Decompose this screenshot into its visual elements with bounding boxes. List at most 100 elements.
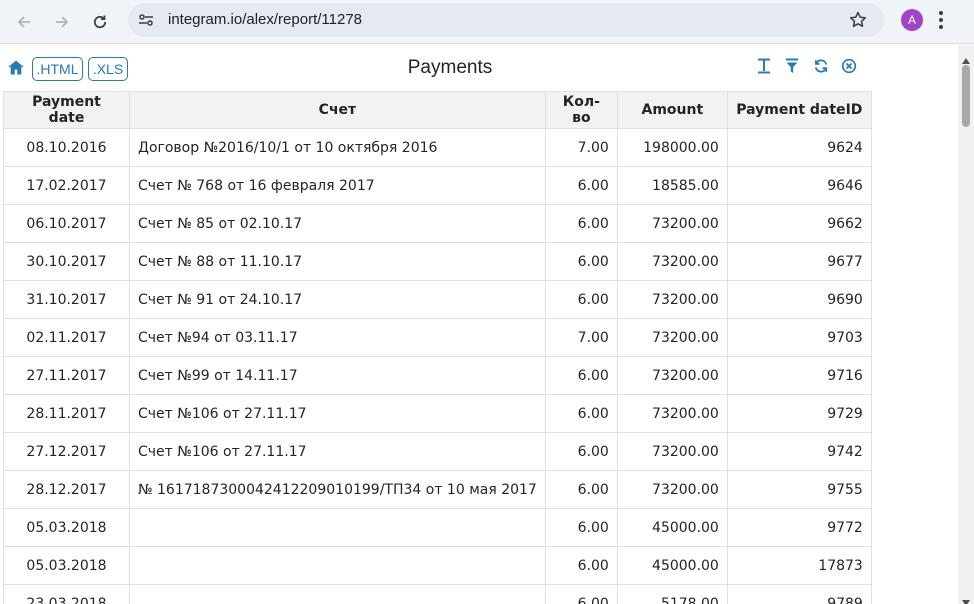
cell-payment-date: 05.03.2018	[3, 546, 130, 585]
cell-payment-date: 27.11.2017	[3, 356, 130, 395]
page-title: Payments	[407, 57, 493, 78]
cell-quantity: 6.00	[544, 508, 618, 547]
cell-account: Счет №106 от 27.11.17	[129, 432, 546, 471]
export-html-button[interactable]: .HTML	[32, 57, 83, 81]
cell-payment-date: 08.10.2016	[3, 128, 130, 167]
back-button[interactable]	[10, 8, 38, 36]
cell-payment-date-id: 9646	[726, 166, 872, 205]
table-row: 02.11.2017 Счет №94 от 03.11.17 7.00 732…	[3, 318, 872, 357]
cell-amount: 73200.00	[616, 280, 728, 319]
cell-payment-date-id: 9772	[726, 508, 872, 547]
cell-account	[129, 508, 546, 547]
cell-amount: 18585.00	[616, 166, 728, 205]
cell-account: Счет №106 от 27.11.17	[129, 394, 546, 433]
cell-account: Счет № 85 от 02.10.17	[129, 204, 546, 243]
reload-button[interactable]	[86, 8, 114, 36]
page-scrollbar[interactable]	[958, 45, 974, 604]
cell-payment-date: 02.11.2017	[3, 318, 130, 357]
forward-button[interactable]	[48, 8, 76, 36]
cell-amount: 73200.00	[616, 242, 728, 281]
profile-avatar[interactable]: A	[901, 9, 923, 31]
table-row: 17.02.2017 Счет № 768 от 16 февраля 2017…	[3, 166, 872, 205]
column-header-quantity[interactable]: Кол-во	[544, 91, 618, 129]
table-header-row: Payment date Счет Кол-во Amount Payment …	[3, 91, 872, 129]
cell-quantity: 6.00	[544, 280, 618, 319]
cell-payment-date: 05.03.2018	[3, 508, 130, 547]
table-row: 31.10.2017 Счет № 91 от 24.10.17 6.00 73…	[3, 280, 872, 319]
cell-account	[129, 546, 546, 585]
cell-amount: 198000.00	[616, 128, 728, 167]
cell-amount: 73200.00	[616, 470, 728, 509]
table-row: 28.11.2017 Счет №106 от 27.11.17 6.00 73…	[3, 394, 872, 433]
cell-payment-date: 27.12.2017	[3, 432, 130, 471]
cell-account: Договор №2016/10/1 от 10 октября 2016	[129, 128, 546, 167]
export-xls-button[interactable]: .XLS	[88, 57, 128, 81]
site-settings-icon[interactable]	[136, 10, 156, 34]
column-header-payment-date[interactable]: Payment date	[3, 91, 130, 129]
cell-account: Счет № 88 от 11.10.17	[129, 242, 546, 281]
cell-payment-date: 17.02.2017	[3, 166, 130, 205]
cell-amount: 73200.00	[616, 356, 728, 395]
cell-payment-date-id: 9729	[726, 394, 872, 433]
home-icon[interactable]	[8, 60, 24, 79]
cell-payment-date: 30.10.2017	[3, 242, 130, 281]
cell-quantity: 7.00	[544, 128, 618, 167]
url-text[interactable]: integram.io/alex/report/11278	[168, 11, 362, 28]
cell-payment-date-id: 9690	[726, 280, 872, 319]
address-bar[interactable]: integram.io/alex/report/11278	[128, 3, 884, 37]
column-header-payment-date-id[interactable]: Payment dateID	[726, 91, 872, 129]
arrow-left-icon	[17, 16, 30, 28]
table-row: 23.03.2018 6.00 5178.00 9789	[3, 584, 872, 604]
cell-payment-date-id: 9677	[726, 242, 872, 281]
cell-account: Счет № 768 от 16 февраля 2017	[129, 166, 546, 205]
refresh-icon[interactable]	[813, 58, 829, 78]
table-row: 05.03.2018 6.00 45000.00 17873	[3, 546, 872, 585]
clear-icon[interactable]	[841, 58, 857, 78]
cell-amount: 73200.00	[616, 394, 728, 433]
arrow-right-icon	[56, 16, 69, 28]
cell-amount: 73200.00	[616, 318, 728, 357]
cell-quantity: 6.00	[544, 470, 618, 509]
cell-payment-date-id: 9662	[726, 204, 872, 243]
column-header-account[interactable]: Счет	[129, 91, 546, 129]
reload-icon	[93, 15, 107, 29]
payments-table: Payment date Счет Кол-во Amount Payment …	[3, 91, 872, 604]
cell-payment-date-id: 9789	[726, 584, 872, 604]
cell-account: Счет №99 от 14.11.17	[129, 356, 546, 395]
cell-payment-date-id: 9755	[726, 470, 872, 509]
cell-quantity: 6.00	[544, 242, 618, 281]
cell-payment-date-id: 17873	[726, 546, 872, 585]
filter-icon[interactable]	[785, 58, 799, 78]
bookmark-star-icon[interactable]	[848, 10, 868, 34]
cell-amount: 45000.00	[616, 546, 728, 585]
cell-quantity: 6.00	[544, 432, 618, 471]
cell-quantity: 7.00	[544, 318, 618, 357]
cell-quantity: 6.00	[544, 166, 618, 205]
table-row: 28.12.2017 № 1617187300042412209010199/Т…	[3, 470, 872, 509]
table-row: 06.10.2017 Счет № 85 от 02.10.17 6.00 73…	[3, 204, 872, 243]
table-row: 27.11.2017 Счет №99 от 14.11.17 6.00 732…	[3, 356, 872, 395]
table-row: 27.12.2017 Счет №106 от 27.11.17 6.00 73…	[3, 432, 872, 471]
browser-menu-icon[interactable]	[938, 10, 944, 34]
cell-quantity: 6.00	[544, 546, 618, 585]
cell-account: № 1617187300042412209010199/ТП34 от 10 м…	[129, 470, 546, 509]
cell-payment-date: 31.10.2017	[3, 280, 130, 319]
cell-account: Счет № 91 от 24.10.17	[129, 280, 546, 319]
scroll-down-arrow-icon[interactable]	[962, 591, 970, 604]
table-row: 30.10.2017 Счет № 88 от 11.10.17 6.00 73…	[3, 242, 872, 281]
cell-amount: 73200.00	[616, 204, 728, 243]
text-cursor-icon[interactable]	[757, 58, 771, 78]
cell-account: Счет №94 от 03.11.17	[129, 318, 546, 357]
table-row: 08.10.2016 Договор №2016/10/1 от 10 октя…	[3, 128, 872, 167]
cell-payment-date: 28.12.2017	[3, 470, 130, 509]
scrollbar-thumb[interactable]	[962, 65, 970, 127]
cell-payment-date: 23.03.2018	[3, 584, 130, 604]
column-header-amount[interactable]: Amount	[616, 91, 728, 129]
cell-quantity: 6.00	[544, 356, 618, 395]
cell-payment-date-id: 9716	[726, 356, 872, 395]
cell-payment-date-id: 9742	[726, 432, 872, 471]
cell-quantity: 6.00	[544, 204, 618, 243]
table-row: 05.03.2018 6.00 45000.00 9772	[3, 508, 872, 547]
cell-amount: 73200.00	[616, 432, 728, 471]
cell-amount: 5178.00	[616, 584, 728, 604]
